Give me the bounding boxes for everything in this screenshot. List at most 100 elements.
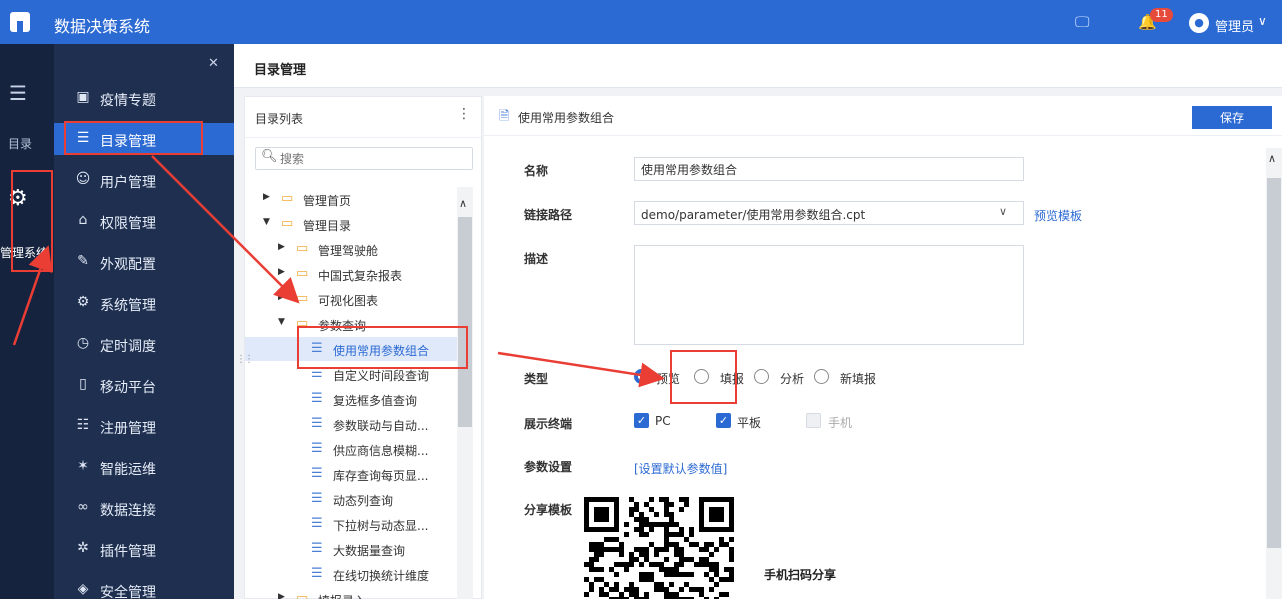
pc-checkbox[interactable]: ✓ xyxy=(634,413,649,428)
list-icon[interactable]: ☰ xyxy=(9,81,27,105)
param-label: 参数设置 xyxy=(524,460,573,474)
tree-node[interactable]: ☰ 复选框多值查询 xyxy=(245,387,457,411)
caret-right-icon[interactable]: ▶ xyxy=(278,242,285,252)
annotation-box xyxy=(670,350,737,404)
resize-handle[interactable]: ⋮⋮ xyxy=(236,354,254,365)
search-box: 🔍︎ xyxy=(255,147,473,170)
sidebar-item-label: 数据连接 xyxy=(100,503,156,519)
mobile-label: 手机 xyxy=(828,416,853,430)
caret-right-icon[interactable]: ▶ xyxy=(278,592,285,599)
tree-node[interactable]: ▶ ▭ 中国式复杂报表 xyxy=(245,262,457,286)
mobile-icon: ▯ xyxy=(79,376,87,392)
tree-node[interactable]: ☰ 动态列查询 xyxy=(245,487,457,511)
tree-node[interactable]: ▶ ▭ 管理驾驶舱 xyxy=(245,237,457,261)
tree-node[interactable]: ☰ 供应商信息模糊... xyxy=(245,437,457,461)
tree-node[interactable]: ☰ 在线切换统计维度 xyxy=(245,562,457,586)
folder-icon: ▭ xyxy=(296,241,309,256)
search-input[interactable] xyxy=(280,151,460,167)
mobile-checkbox[interactable] xyxy=(806,413,821,428)
sidebar-item[interactable]: ☷ 注册管理 xyxy=(54,410,234,442)
directory-title: 目录列表 xyxy=(255,112,304,126)
more-options-icon[interactable]: ⋮ xyxy=(457,106,471,122)
sidebar-item[interactable]: ✲ 插件管理 xyxy=(54,533,234,565)
caret-right-icon[interactable]: ▶ xyxy=(278,292,285,302)
name-label: 名称 xyxy=(524,164,549,178)
tree-node[interactable]: ▶ ▭ 填报录入 xyxy=(245,587,457,599)
sidebar-item[interactable]: ▣ 疫情专题 xyxy=(54,82,234,114)
edit-header: 🗎 使用常用参数组合 保存 xyxy=(484,96,1282,136)
folder-icon: ▭ xyxy=(296,266,309,281)
rail-label-directory[interactable]: 目录 xyxy=(8,135,32,152)
sidebar-item[interactable]: ☺ 用户管理 xyxy=(54,164,234,196)
tree-node-label: 参数联动与自动... xyxy=(333,419,429,433)
type-radio-preview[interactable] xyxy=(634,369,649,384)
type-option-analysis[interactable]: 分析 xyxy=(780,370,804,387)
sidebar-item[interactable]: ✶ 智能运维 xyxy=(54,451,234,483)
sidebar-item[interactable]: ◷ 定时调度 xyxy=(54,328,234,360)
tree-node[interactable]: ☰ 参数联动与自动... xyxy=(245,412,457,436)
scroll-up-icon[interactable]: ∧ xyxy=(1268,152,1276,165)
tree-node[interactable]: ☰ 下拉树与动态显... xyxy=(245,512,457,536)
file-icon: ☰ xyxy=(311,416,323,431)
default-params-link[interactable]: [设置默认参数值] xyxy=(634,460,727,477)
file-icon: ☰ xyxy=(311,541,323,556)
caret-right-icon[interactable]: ▶ xyxy=(263,192,270,202)
name-input[interactable] xyxy=(634,157,1024,181)
avatar-icon[interactable]: ● xyxy=(1189,13,1209,33)
settings-icon: ⚙ xyxy=(76,294,90,310)
app-logo-icon[interactable] xyxy=(10,12,30,32)
file-icon: ☰ xyxy=(311,466,323,481)
scrollbar-thumb[interactable] xyxy=(1267,178,1281,548)
user-name[interactable]: 管理员 xyxy=(1215,16,1254,35)
file-icon: ☰ xyxy=(311,441,323,456)
tree-node-label: 供应商信息模糊... xyxy=(333,444,429,458)
path-select[interactable]: demo/parameter/使用常用参数组合.cpt xyxy=(634,201,1024,225)
tree-node[interactable]: ▼ ▭ 管理目录 xyxy=(245,212,457,236)
type-label: 类型 xyxy=(524,372,549,386)
type-radio-new-fill[interactable] xyxy=(814,369,829,384)
tree-node[interactable]: ☰ 库存查询每页显... xyxy=(245,462,457,486)
type-option-new-fill[interactable]: 新填报 xyxy=(840,370,876,387)
sidebar-item[interactable]: ✎ 外观配置 xyxy=(54,246,234,278)
tree-node-label: 管理首页 xyxy=(303,194,352,208)
sidebar-item[interactable]: ▯ 移动平台 xyxy=(54,369,234,401)
tree-node[interactable]: ☰ 大数据量查询 xyxy=(245,537,457,561)
brush-icon: ✎ xyxy=(77,253,89,269)
scrollbar-thumb[interactable] xyxy=(458,217,472,427)
pin-icon[interactable]: ✕ xyxy=(208,56,219,71)
type-radio-analysis[interactable] xyxy=(754,369,769,384)
tablet-checkbox[interactable]: ✓ xyxy=(716,413,731,428)
folder-icon: ▭ xyxy=(296,291,309,306)
directory-scrollbar[interactable]: ∧ xyxy=(457,187,473,599)
chart-icon: ▣ xyxy=(76,89,90,105)
link-icon: ∞ xyxy=(77,499,89,515)
sidebar-item-label: 权限管理 xyxy=(100,216,156,232)
tree-node[interactable]: ▶ ▭ 可视化图表 xyxy=(245,287,457,311)
description-label: 描述 xyxy=(524,252,549,266)
sidebar-item[interactable]: ∞ 数据连接 xyxy=(54,492,234,524)
file-icon: 🗎 xyxy=(499,109,510,124)
edit-scrollbar[interactable]: ∧ xyxy=(1266,148,1282,599)
description-textarea[interactable] xyxy=(634,245,1024,345)
tree-node-label: 管理目录 xyxy=(303,219,352,233)
path-value: demo/parameter/使用常用参数组合.cpt xyxy=(641,208,866,222)
caret-down-icon[interactable]: ▼ xyxy=(278,317,285,327)
terminal-label: 展示终端 xyxy=(524,417,573,431)
chevron-down-icon[interactable]: ∨ xyxy=(999,205,1007,218)
tree-node-label: 管理驾驶舱 xyxy=(318,244,379,258)
sidebar-item-label: 定时调度 xyxy=(100,339,156,355)
chevron-down-icon[interactable]: ∨ xyxy=(1258,14,1267,28)
preview-template-link[interactable]: 预览模板 xyxy=(1034,207,1082,224)
sidebar-item[interactable]: ◈ 安全管理 xyxy=(54,574,234,599)
screen-icon[interactable]: 🖵 xyxy=(1075,13,1089,31)
sidebar-item-label: 移动平台 xyxy=(100,380,156,396)
sidebar-item[interactable]: ⌂ 权限管理 xyxy=(54,205,234,237)
caret-down-icon[interactable]: ▼ xyxy=(263,217,270,227)
sidebar-item-label: 用户管理 xyxy=(100,175,156,191)
save-button[interactable]: 保存 xyxy=(1192,106,1272,129)
sidebar-item[interactable]: ⚙ 系统管理 xyxy=(54,287,234,319)
breadcrumb-bar: 目录管理 xyxy=(234,44,1282,88)
tree-node[interactable]: ▶ ▭ 管理首页 xyxy=(245,187,457,211)
caret-right-icon[interactable]: ▶ xyxy=(278,267,285,277)
scroll-up-icon[interactable]: ∧ xyxy=(459,197,467,210)
